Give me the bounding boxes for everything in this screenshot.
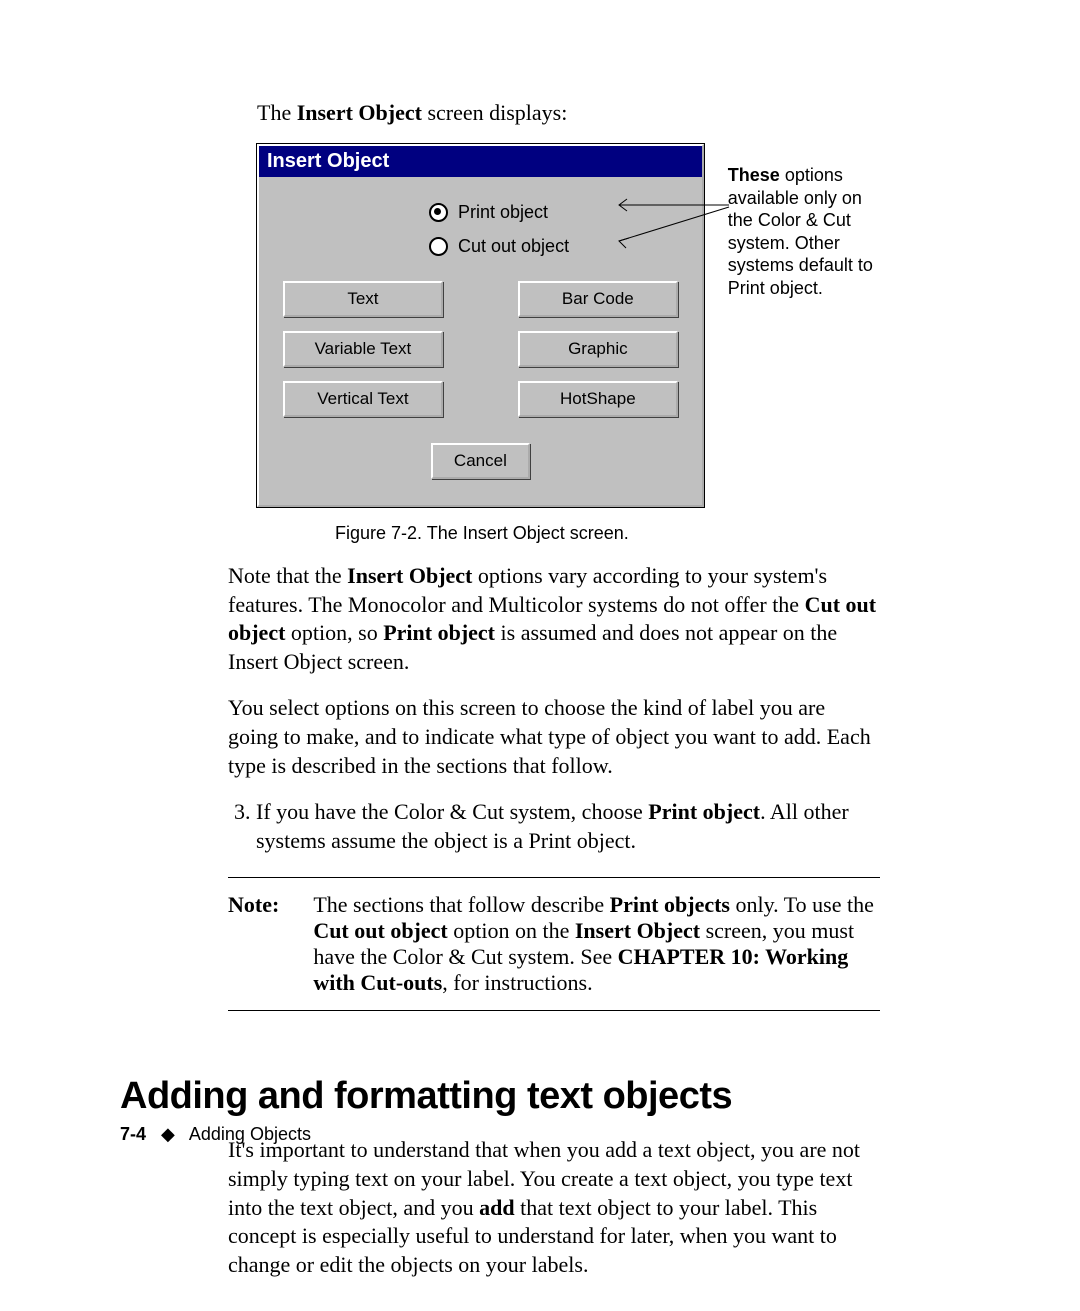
side-note-bold: These bbox=[728, 165, 780, 185]
paragraph-2: You select options on this screen to cho… bbox=[228, 694, 880, 780]
p1-b1: Insert Object bbox=[347, 563, 472, 588]
variable-text-button[interactable]: Variable Text bbox=[283, 331, 443, 367]
note-text: The sections that follow describe Print … bbox=[313, 892, 880, 996]
p3-b: add bbox=[479, 1195, 514, 1220]
note-label: Note: bbox=[228, 892, 279, 996]
intro-pre: The bbox=[257, 100, 297, 125]
radio-cutout-option[interactable]: Cut out object bbox=[429, 229, 678, 263]
n-b1: Print objects bbox=[610, 892, 730, 917]
s3-a: If you have the Color & Cut system, choo… bbox=[256, 799, 648, 824]
n-a: The sections that follow describe bbox=[313, 892, 609, 917]
page-number: 7-4 bbox=[120, 1124, 146, 1144]
n-f: , for instructions. bbox=[442, 970, 592, 995]
section-heading: Adding and formatting text objects bbox=[120, 1075, 880, 1118]
dialog-titlebar: Insert Object bbox=[259, 146, 702, 177]
footer-diamond-icon: ◆ bbox=[161, 1124, 175, 1144]
radio-unselected-icon bbox=[429, 237, 448, 256]
radio-print-label: Print object bbox=[458, 195, 548, 229]
footer-section: Adding Objects bbox=[189, 1124, 311, 1144]
p1-a: Note that the bbox=[228, 563, 347, 588]
p1-d: option, so bbox=[285, 620, 383, 645]
paragraph-3: It's important to understand that when y… bbox=[228, 1136, 880, 1279]
vertical-text-button[interactable]: Vertical Text bbox=[283, 381, 443, 417]
text-button[interactable]: Text bbox=[283, 281, 443, 317]
n-b2: Cut out object bbox=[313, 918, 447, 943]
side-note: These options available only on the Colo… bbox=[728, 164, 880, 299]
radio-cutout-label: Cut out object bbox=[458, 229, 569, 263]
cancel-button[interactable]: Cancel bbox=[431, 443, 530, 479]
graphic-button[interactable]: Graphic bbox=[518, 331, 678, 367]
step-3: If you have the Color & Cut system, choo… bbox=[256, 798, 880, 855]
page-footer: 7-4 ◆ Adding Objects bbox=[120, 1124, 311, 1145]
s3-b: Print object bbox=[648, 799, 760, 824]
hotshape-button[interactable]: HotShape bbox=[518, 381, 678, 417]
n-c: only. To use the bbox=[730, 892, 874, 917]
intro-line: The Insert Object screen displays: bbox=[257, 100, 880, 126]
radio-selected-icon bbox=[429, 203, 448, 222]
note-block: Note: The sections that follow describe … bbox=[228, 877, 880, 1011]
n-b3: Insert Object bbox=[575, 918, 700, 943]
n-d: option on the bbox=[448, 918, 575, 943]
figure-caption: Figure 7-2. The Insert Object screen. bbox=[335, 523, 880, 544]
intro-bold: Insert Object bbox=[297, 100, 422, 125]
paragraph-1: Note that the Insert Object options vary… bbox=[228, 562, 880, 676]
step-list: If you have the Color & Cut system, choo… bbox=[228, 798, 880, 855]
intro-post: screen displays: bbox=[422, 100, 567, 125]
insert-object-dialog: Insert Object Print object Cut out objec… bbox=[257, 144, 704, 507]
radio-print-option[interactable]: Print object bbox=[429, 195, 678, 229]
p1-b3: Print object bbox=[383, 620, 495, 645]
barcode-button[interactable]: Bar Code bbox=[518, 281, 678, 317]
